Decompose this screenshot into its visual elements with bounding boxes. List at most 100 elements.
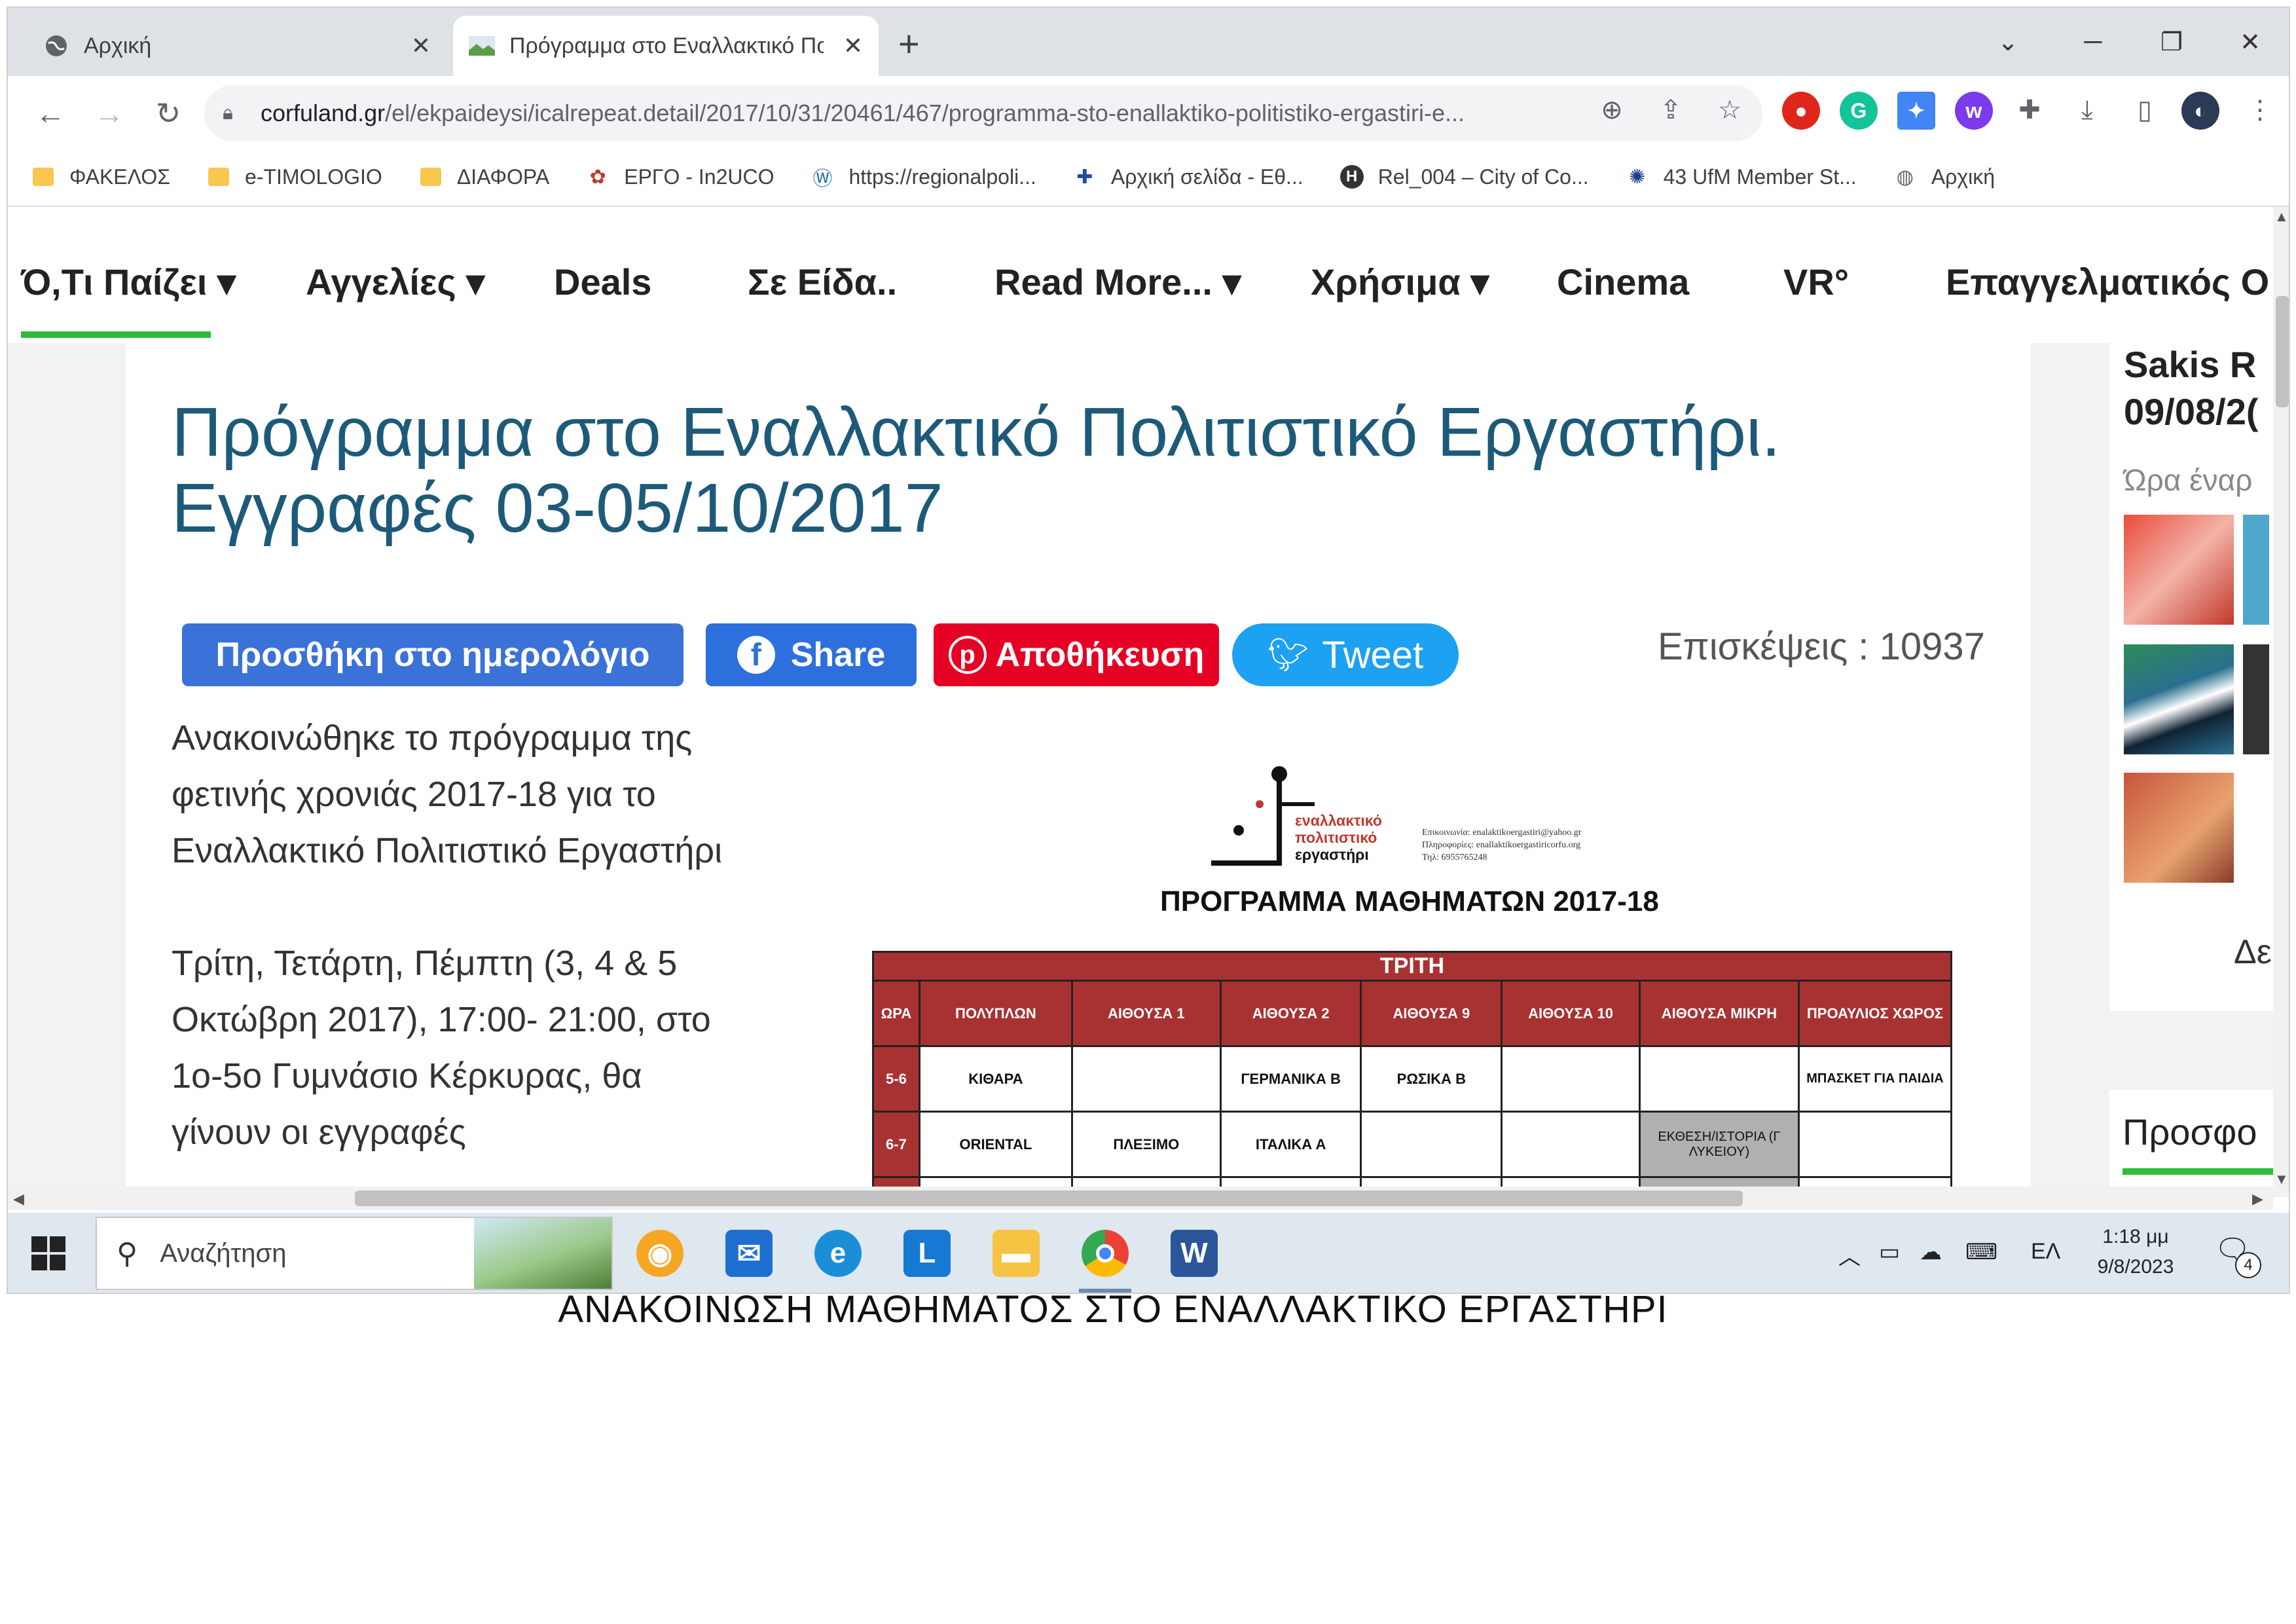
- l-app-icon[interactable]: L: [903, 1230, 951, 1277]
- tray-chevron-icon[interactable]: ︿: [1838, 1239, 1861, 1271]
- tab-active[interactable]: Πρόγραμμα στο Εναλλακτικό Πο ✕: [453, 16, 879, 76]
- mail-icon[interactable]: ✉: [725, 1230, 773, 1277]
- bookmark-item[interactable]: e-TIMOLOGIO: [207, 165, 382, 189]
- nav-vr[interactable]: VR°: [1783, 261, 1849, 303]
- clock[interactable]: 1:18 μμ 9/8/2023: [2090, 1222, 2181, 1282]
- url-path: /el/ekpaideysi/icalrepeat.detail/2017/10…: [385, 100, 1465, 126]
- table-cell: ΚΙΘΑΡΑ: [918, 1045, 1073, 1113]
- share-page-icon[interactable]: ⇪: [1651, 90, 1690, 130]
- bookmark-item[interactable]: H Rel_004 – City of Co...: [1339, 165, 1589, 189]
- bookmark-item[interactable]: Ⓦhttps://regionalpoli...: [811, 165, 1036, 191]
- menu-kebab-icon[interactable]: ⋮: [2240, 90, 2280, 130]
- sidebar-name[interactable]: Sakis R: [2124, 343, 2256, 386]
- tab-bar: Αρχική ✕ Πρόγραμμα στο Εναλλακτικό Πο ✕ …: [8, 8, 2289, 76]
- tweet-button[interactable]: 🐦︎ Tweet: [1232, 623, 1459, 686]
- vertical-scroll-thumb[interactable]: [2276, 296, 2289, 407]
- language-indicator[interactable]: ΕΛ: [2031, 1239, 2060, 1264]
- forward-icon[interactable]: →: [86, 90, 132, 136]
- new-tab-icon[interactable]: +: [898, 22, 920, 65]
- extension-w-icon[interactable]: w: [1955, 92, 1993, 130]
- search-placeholder: Αναζήτηση: [160, 1238, 287, 1268]
- nav-aggelies[interactable]: Αγγελίες ▾: [306, 261, 484, 304]
- scroll-up-icon[interactable]: ▲: [2274, 208, 2289, 225]
- thumbnail-image[interactable]: [2124, 515, 2234, 625]
- scroll-left-icon[interactable]: ◀: [13, 1190, 24, 1208]
- bookmark-item[interactable]: ✚ Αρχική σελίδα - Εθ...: [1073, 165, 1303, 189]
- table-header: ΩΡΑ: [872, 980, 920, 1047]
- back-icon[interactable]: ←: [27, 90, 73, 136]
- close-tab-icon[interactable]: ✕: [843, 32, 863, 60]
- nav-oti-paizei[interactable]: Ό,Τι Παίζει ▾: [21, 261, 236, 304]
- minimize-icon[interactable]: ─: [2057, 16, 2129, 68]
- nav-cinema[interactable]: Cinema: [1557, 261, 1689, 303]
- add-to-calendar-button[interactable]: Προσθήκη στο ημερολόγιο: [182, 623, 683, 686]
- thumbnail-image[interactable]: [2243, 644, 2269, 754]
- bookmark-item[interactable]: ΦΑΚΕΛΟΣ: [31, 165, 170, 189]
- download-icon[interactable]: ⤓: [2068, 90, 2107, 130]
- table-cell: ORIENTAL: [918, 1111, 1073, 1178]
- profile-avatar[interactable]: ◐: [2181, 92, 2219, 130]
- nav-se-eida[interactable]: Σε Είδα..: [748, 261, 897, 303]
- thumbnail-image[interactable]: [2243, 515, 2269, 625]
- sidebar-more[interactable]: Δε: [2234, 932, 2272, 972]
- nav-xrisima[interactable]: Χρήσιμα ▾: [1311, 261, 1489, 304]
- notification-badge: 4: [2235, 1252, 2261, 1278]
- site-navigation: Ό,Τι Παίζει ▾ Αγγελίες ▾ Deals Σε Είδα..…: [8, 208, 2273, 343]
- thumbnail-image[interactable]: [2124, 644, 2234, 754]
- table-cell: ΠΛΕΞΙΜΟ: [1070, 1111, 1222, 1178]
- schedule-table: ΤΡΙΤΗ ΩΡΑ ΠΟΛΥΠΛΩΝ ΑΙΘΟΥΣΑ 1 ΑΙΘΟΥΣΑ 2 Α…: [872, 951, 1953, 1197]
- windows-start-icon[interactable]: [31, 1236, 65, 1270]
- extensions-puzzle-icon[interactable]: ✚: [2010, 90, 2049, 130]
- bookmark-item[interactable]: ✺ 43 UfM Member St...: [1626, 165, 1857, 189]
- table-cell: [1501, 1111, 1641, 1178]
- tab-search-icon[interactable]: ⌄: [1972, 16, 2044, 68]
- bookmark-item[interactable]: ✿ ΕΡΓΟ - In2UCO: [586, 165, 774, 189]
- bookmark-item[interactable]: ΔΙΑΦΟΡΑ: [419, 165, 549, 189]
- document-caption: ΑΝΑΚΟΙΝΩΣΗ ΜΑΘΗΜΑΤΟΣ ΣΤΟ ΕΝΑΛΛΑΚΤΙΚΟ ΕΡΓ…: [558, 1288, 1668, 1331]
- bookmark-item[interactable]: ◍ Αρχική: [1893, 165, 1995, 189]
- pinterest-save-button[interactable]: p Αποθήκευση: [934, 623, 1219, 686]
- screenshot: Αρχική ✕ Πρόγραμμα στο Εναλλακτικό Πο ✕ …: [7, 7, 2290, 1294]
- file-explorer-icon[interactable]: ▬: [993, 1230, 1040, 1277]
- facebook-share-button[interactable]: f Share: [706, 623, 917, 686]
- reload-icon[interactable]: ↻: [145, 90, 191, 136]
- close-tab-icon[interactable]: ✕: [411, 32, 431, 60]
- scroll-down-icon[interactable]: ▼: [2274, 1171, 2289, 1188]
- restore-icon[interactable]: ❐: [2136, 16, 2208, 68]
- close-window-icon[interactable]: ✕: [2214, 16, 2286, 68]
- bookmarks-bar: ΦΑΚΕΛΟΣ e-TIMOLOGIO ΔΙΑΦΟΡΑ ✿ ΕΡΓΟ - In2U…: [8, 148, 2289, 207]
- zoom-icon[interactable]: ⊕: [1592, 90, 1631, 130]
- thumbnail-image[interactable]: [2124, 773, 2234, 883]
- tab-home[interactable]: Αρχική ✕: [27, 16, 446, 76]
- scroll-right-icon[interactable]: ▶: [2252, 1190, 2263, 1208]
- grammarly-icon[interactable]: G: [1840, 92, 1878, 130]
- nav-read-more[interactable]: Read More... ▾: [994, 261, 1241, 304]
- table-header: ΑΙΘΟΥΣΑ 2: [1219, 980, 1362, 1047]
- firefox-like-browser-icon[interactable]: ◉: [636, 1230, 683, 1277]
- chrome-icon[interactable]: [1082, 1230, 1129, 1277]
- visit-counter: Επισκέψεις : 10937: [1658, 625, 1985, 668]
- nav-deals[interactable]: Deals: [554, 261, 651, 303]
- nav-epaggelmatikos[interactable]: Επαγγελματικός Ο: [1946, 261, 2273, 303]
- taskbar-search[interactable]: ⚲ Αναζήτηση: [96, 1217, 613, 1290]
- word-icon[interactable]: W: [1171, 1230, 1218, 1277]
- table-cell: [1501, 1045, 1641, 1113]
- horizontal-scroll-thumb[interactable]: [355, 1190, 1743, 1206]
- adblock-icon[interactable]: ●: [1782, 92, 1820, 130]
- side-panel-icon[interactable]: ▯: [2125, 90, 2164, 130]
- table-cell: ΡΩΣΙΚΑ Β: [1360, 1045, 1503, 1113]
- folder-icon: [419, 165, 443, 189]
- edge-icon[interactable]: e: [814, 1230, 862, 1277]
- h-icon: H: [1339, 165, 1364, 189]
- onedrive-icon[interactable]: ☁: [1920, 1239, 1942, 1265]
- keyboard-icon[interactable]: ⌨: [1965, 1239, 1997, 1265]
- site-icon: ✿: [589, 166, 606, 188]
- translate-ext-icon[interactable]: ✦: [1897, 92, 1935, 130]
- table-header: ΑΙΘΟΥΣΑ 9: [1360, 980, 1503, 1047]
- bookmark-star-icon[interactable]: ☆: [1710, 90, 1749, 130]
- table-header: ΑΙΘΟΥΣΑ ΜΙΚΡΗ: [1638, 980, 1800, 1047]
- table-cell: ΙΤΑΛΙΚΑ Α: [1219, 1111, 1362, 1178]
- address-bar[interactable]: 🔒︎ corfuland.gr /el/ekpaideysi/icalrepea…: [204, 85, 1762, 141]
- battery-icon[interactable]: ▭: [1879, 1239, 1900, 1265]
- wordpress-icon: Ⓦ: [812, 168, 833, 190]
